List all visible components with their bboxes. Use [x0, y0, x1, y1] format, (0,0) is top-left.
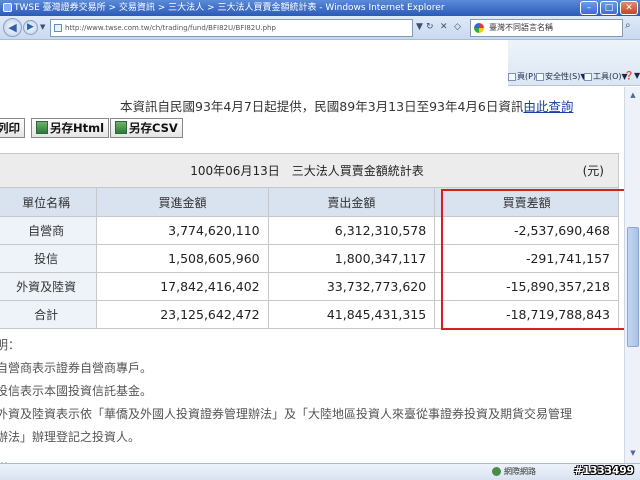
table-title: 100年06月13日 三大法人買賣金額統計表 [190, 164, 424, 178]
table-row: 自營商 3,774,620,110 6,312,310,578 -2,537,6… [0, 216, 619, 245]
note-line: 投信表示本國投資信託基金。 [0, 384, 153, 398]
search-text: 臺灣不同語言名稱 [489, 23, 553, 32]
sell-amount: 1,800,347,117 [267, 244, 436, 273]
buy-amount: 3,774,620,110 [96, 216, 269, 245]
tools-menu[interactable]: 工具(O)▼ [584, 71, 628, 82]
row-label: 自營商 [0, 216, 98, 245]
command-bar: 頁(P)▼ 安全性(S)▼ 工具(O)▼ ❓▼ [508, 40, 640, 86]
live-search-dropdown-icon[interactable]: ◇ [454, 22, 461, 32]
internet-zone-icon [492, 467, 501, 476]
back-button[interactable]: ◀ [3, 18, 22, 37]
sell-amount: 6,312,310,578 [267, 216, 436, 245]
info-text: 本資訊自民國93年4月7日起提供，民國89年3月13日至93年4月6日資訊由此查… [120, 99, 574, 114]
net-amount: -291,741,157 [434, 244, 619, 273]
page-content: 本資訊自民國93年4月7日起提供，民國89年3月13日至93年4月6日資訊由此查… [0, 87, 624, 463]
stop-icon[interactable]: ✕ [440, 22, 448, 32]
net-amount: -18,719,788,843 [434, 300, 619, 329]
address-url: http://www.twse.com.tw/ch/trading/fund/B… [65, 24, 276, 32]
note-line: 外資及陸資表示依「華僑及外國人投資證券管理辦法」及「大陸地區投資人來臺從事證券投… [0, 407, 573, 421]
close-button[interactable]: ✕ [620, 1, 638, 15]
tools-icon [584, 72, 592, 81]
notes: 明： 自營商表示證券自營商專戶。 投信表示本國投資信託基金。 外資及陸資表示依「… [0, 334, 572, 463]
table-unit: (元) [582, 164, 604, 178]
table-row: 外資及陸資 17,842,416,402 33,732,773,620 -15,… [0, 272, 619, 301]
vertical-scrollbar[interactable]: ▲ ▼ [624, 87, 640, 463]
search-icon[interactable]: ⌕ [625, 20, 631, 31]
query-link[interactable]: 由此查詢 [523, 99, 573, 114]
watermark: #1333499 [574, 465, 634, 477]
scroll-down-icon[interactable]: ▼ [627, 447, 639, 459]
blank-region [0, 40, 508, 86]
window-title: TWSE 臺灣證券交易所 > 交易資訊 > 三大法人 > 三大法人買賣金額統計表… [14, 3, 445, 13]
column-header: 單位名稱 [0, 187, 98, 217]
minimize-button[interactable]: – [580, 1, 598, 15]
sell-amount: 33,732,773,620 [267, 272, 436, 301]
help-menu[interactable]: ❓▼ [624, 71, 640, 80]
buy-amount: 17,842,416,402 [96, 272, 269, 301]
note-line: 辦法」辦理登記之投資人。 [0, 430, 141, 444]
note-line: … [0, 449, 572, 463]
security-zone: 網際網路 [492, 466, 536, 477]
security-icon [536, 72, 544, 81]
save-html-button[interactable]: 另存Html [31, 118, 110, 138]
address-dropdown-icon[interactable]: ▼ [416, 22, 423, 32]
sell-amount: 41,845,431,315 [267, 300, 436, 329]
ie-icon [3, 3, 12, 12]
row-label: 投信 [0, 244, 98, 273]
search-input[interactable]: 臺灣不同語言名稱 [470, 19, 623, 37]
table-row: 合計 23,125,642,472 41,845,431,315 -18,719… [0, 300, 619, 329]
browser-window: TWSE 臺灣證券交易所 > 交易資訊 > 三大法人 > 三大法人買賣金額統計表… [0, 0, 640, 480]
institutional-trading-table: 100年06月13日 三大法人買賣金額統計表 (元) 單位名稱 買進金額 賣出金… [0, 153, 619, 329]
scroll-up-icon[interactable]: ▲ [627, 89, 639, 101]
row-label: 外資及陸資 [0, 272, 98, 301]
buy-amount: 1,508,605,960 [96, 244, 269, 273]
page-icon [508, 72, 516, 81]
address-input[interactable]: http://www.twse.com.tw/ch/trading/fund/B… [50, 19, 413, 37]
net-amount: -2,537,690,468 [434, 216, 619, 245]
security-menu[interactable]: 安全性(S)▼ [536, 71, 586, 82]
page-icon [54, 24, 62, 32]
column-header: 賣出金額 [267, 187, 436, 217]
column-header: 買進金額 [96, 187, 269, 217]
save-icon [115, 121, 127, 134]
forward-button[interactable]: ▶ [23, 20, 38, 35]
table-caption: 100年06月13日 三大法人買賣金額統計表 (元) [0, 153, 619, 188]
title-bar: TWSE 臺灣證券交易所 > 交易資訊 > 三大法人 > 三大法人買賣金額統計表… [0, 0, 640, 16]
save-csv-button[interactable]: 另存CSV [110, 118, 183, 138]
table-row: 投信 1,508,605,960 1,800,347,117 -291,741,… [0, 244, 619, 273]
note-line: 明： [0, 338, 21, 352]
address-toolbar: ◀ ▶ ▼ http://www.twse.com.tw/ch/trading/… [0, 16, 640, 40]
save-icon [36, 121, 48, 134]
search-provider-icon [474, 23, 484, 33]
maximize-button[interactable]: □ [600, 1, 618, 15]
scroll-thumb[interactable] [627, 227, 639, 347]
refresh-icon[interactable]: ↻ [426, 22, 434, 32]
row-label: 合計 [0, 300, 98, 329]
buy-amount: 23,125,642,472 [96, 300, 269, 329]
table-header-row: 單位名稱 買進金額 賣出金額 買賣差額 [0, 187, 619, 217]
status-bar: 網際網路 [0, 463, 640, 480]
history-dropdown-icon[interactable]: ▼ [40, 23, 45, 31]
print-button[interactable]: 列印 [0, 118, 25, 138]
net-amount: -15,890,357,218 [434, 272, 619, 301]
column-header: 買賣差額 [434, 187, 619, 217]
note-line: 自營商表示證券自營商專戶。 [0, 361, 153, 375]
